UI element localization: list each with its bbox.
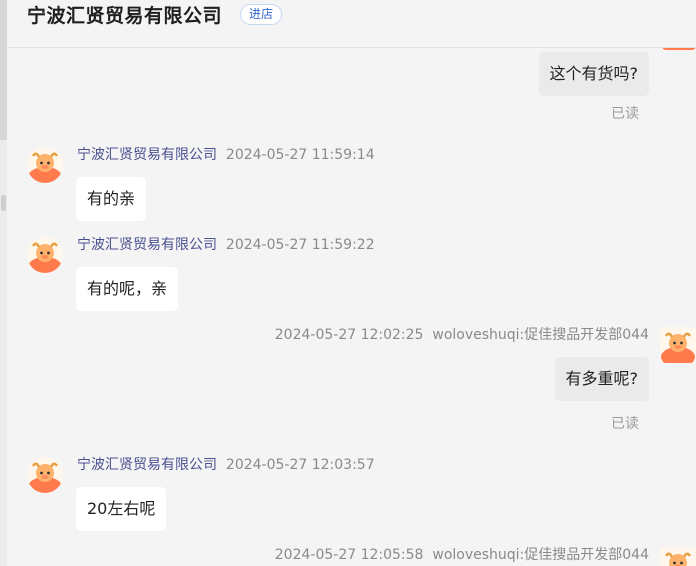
resize-handle[interactable] bbox=[1, 195, 6, 211]
message-meta: 宁波汇贤贸易有限公司 2024-05-27 12:03:57 bbox=[77, 456, 375, 474]
message-time: 2024-05-27 12:03:57 bbox=[225, 457, 375, 473]
orange-mascot-icon bbox=[28, 152, 62, 183]
message-time: 2024-05-27 11:59:14 bbox=[225, 147, 375, 163]
message-meta: 2024-05-27 12:02:25 woloveshuqi:促佳搜品开发部0… bbox=[275, 326, 649, 344]
orange-mascot-icon bbox=[28, 242, 62, 273]
message-meta: 宁波汇贤贸易有限公司 2024-05-27 11:59:14 bbox=[77, 146, 375, 164]
read-status: 已读 bbox=[611, 106, 639, 122]
enter-shop-button[interactable]: 进店 bbox=[240, 4, 283, 25]
message-meta: 宁波汇贤贸易有限公司 2024-05-27 11:59:22 bbox=[77, 236, 375, 254]
seller-avatar[interactable] bbox=[27, 457, 63, 493]
orange-mascot-icon bbox=[28, 462, 62, 493]
message-bubble-incoming: 有的亲 bbox=[76, 177, 147, 221]
message-bubble-outgoing: 这个有货吗? bbox=[538, 52, 649, 96]
shop-name: 宁波汇贤贸易有限公司 bbox=[27, 5, 223, 27]
buyer-avatar[interactable] bbox=[660, 547, 696, 566]
sender-name: 宁波汇贤贸易有限公司 bbox=[77, 237, 217, 253]
sender-name: 宁波汇贤贸易有限公司 bbox=[77, 147, 217, 163]
message-bubble-incoming: 20左右呢 bbox=[76, 487, 167, 531]
seller-avatar[interactable] bbox=[27, 237, 63, 273]
orange-mascot-icon bbox=[661, 332, 695, 363]
sender-name: woloveshuqi:促佳搜品开发部044 bbox=[432, 547, 649, 563]
avatar-partial bbox=[662, 48, 696, 50]
message-list[interactable]: 这个有货吗? 已读 宁波汇贤贸易有限公司 2024-05-27 11:59:14… bbox=[7, 48, 696, 566]
message-bubble-incoming: 有的呢，亲 bbox=[76, 267, 179, 311]
sender-name: 宁波汇贤贸易有限公司 bbox=[77, 457, 217, 473]
message-bubble-outgoing: 有多重呢? bbox=[554, 357, 649, 401]
message-time: 2024-05-27 12:02:25 bbox=[274, 327, 424, 343]
message-meta: 2024-05-27 12:05:58 woloveshuqi:促佳搜品开发部0… bbox=[275, 546, 649, 564]
seller-avatar[interactable] bbox=[27, 147, 63, 183]
orange-mascot-icon bbox=[664, 552, 692, 566]
message-time: 2024-05-27 11:59:22 bbox=[225, 237, 375, 253]
left-scrollbar[interactable] bbox=[0, 0, 7, 566]
scrollbar-thumb[interactable] bbox=[0, 0, 7, 140]
read-status: 已读 bbox=[611, 416, 639, 432]
chat-header: 宁波汇贤贸易有限公司 进店 bbox=[7, 0, 696, 48]
message-time: 2024-05-27 12:05:58 bbox=[274, 547, 424, 563]
sender-name: woloveshuqi:促佳搜品开发部044 bbox=[432, 327, 649, 343]
buyer-avatar[interactable] bbox=[660, 327, 696, 363]
